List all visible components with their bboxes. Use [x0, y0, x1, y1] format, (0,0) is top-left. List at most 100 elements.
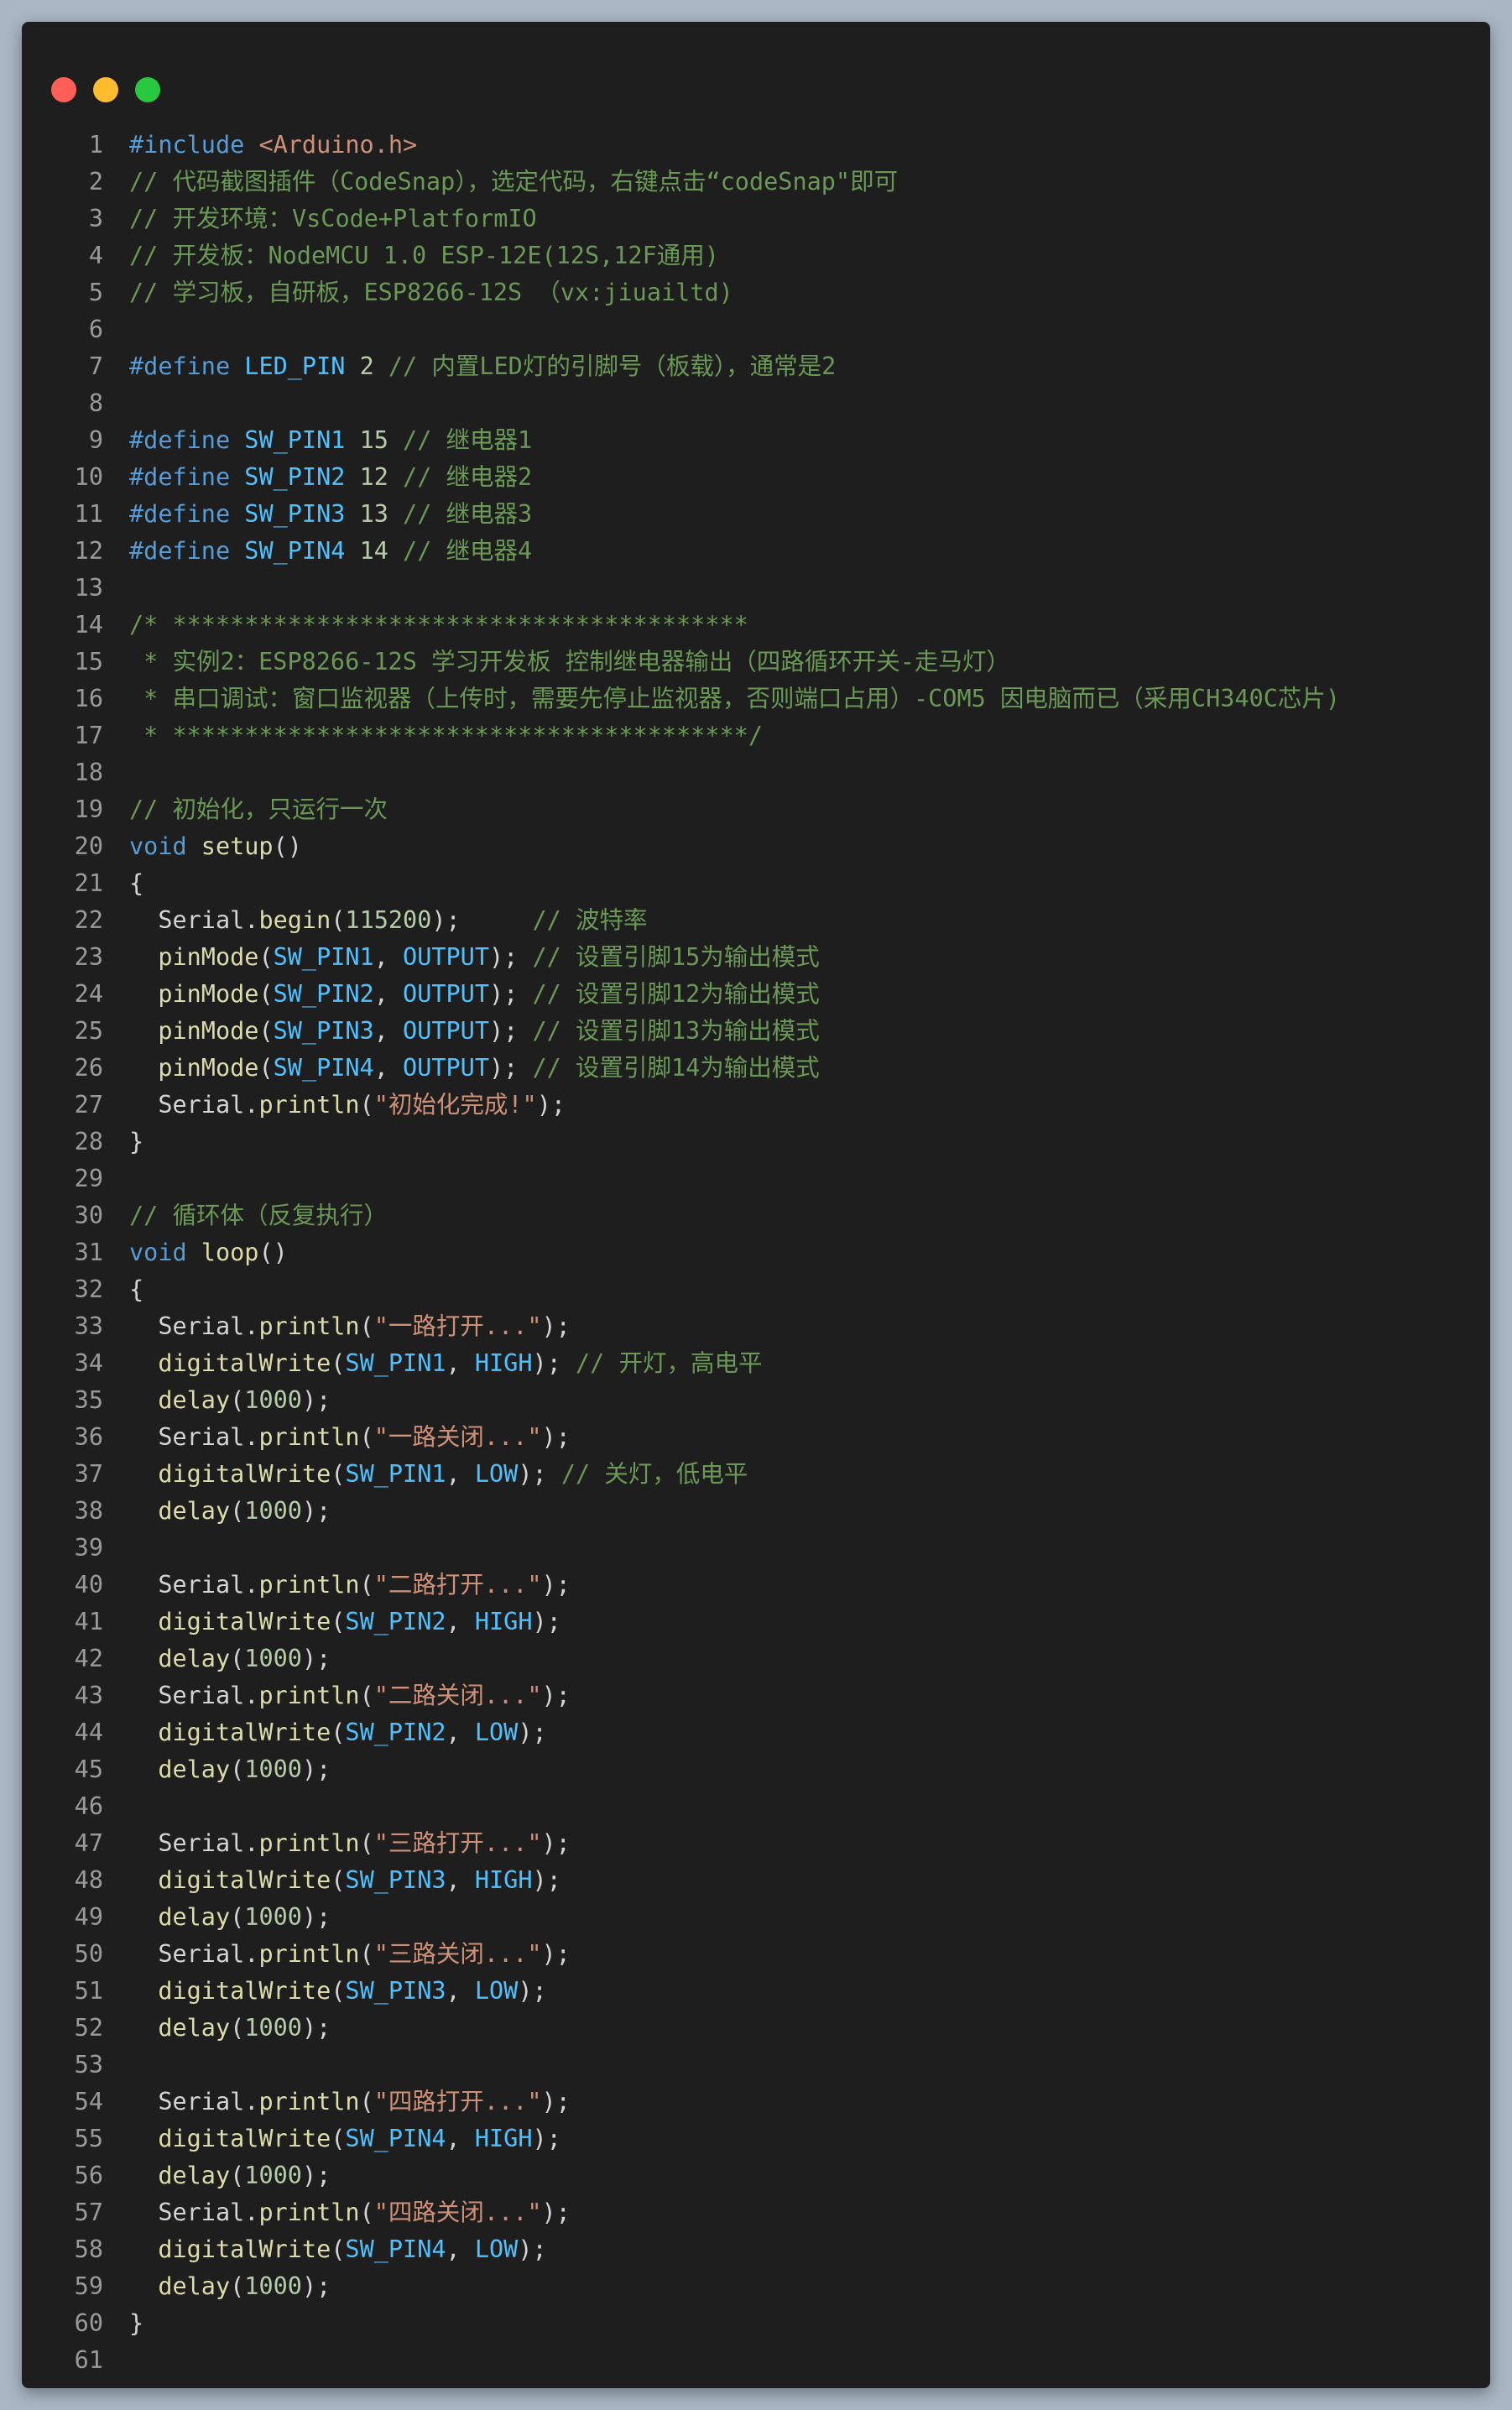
code-token: );	[541, 1940, 571, 1968]
code-token: );	[489, 1054, 533, 1082]
code-token: delay	[158, 1386, 231, 1414]
line-code: Serial.println("四路关闭...");	[129, 2194, 571, 2231]
code-token: SW_PIN3	[273, 1017, 374, 1045]
line-number: 48	[74, 1866, 103, 1894]
line-number: 12	[74, 537, 103, 565]
code-token: "一路关闭..."	[373, 1423, 542, 1451]
code-token: digitalWrite	[158, 1460, 331, 1488]
line-number: 30	[74, 1202, 103, 1229]
code-token: ,	[446, 1349, 475, 1377]
line-code: digitalWrite(SW_PIN3, HIGH);	[129, 1862, 561, 1899]
line-number: 16	[74, 685, 103, 712]
code-token: ,	[373, 1054, 404, 1082]
code-token: Serial.	[129, 1829, 259, 1857]
code-token: Serial.	[129, 2199, 259, 2226]
line-code: #define SW_PIN1 15 // 继电器1	[129, 422, 532, 459]
code-token: * 串口调试：窗口监视器（上传时，需要先停止监视器，否则端口占用）-COM5 因…	[129, 685, 1341, 712]
code-token: delay	[158, 2272, 231, 2300]
code-token: LOW	[474, 1460, 519, 1488]
line-code: /* *************************************…	[129, 607, 748, 644]
code-line: 19 // 初始化，只运行一次	[22, 791, 1490, 828]
code-line: 33 Serial.println("一路打开...");	[22, 1308, 1490, 1345]
code-token: HIGH	[474, 1866, 533, 1894]
code-line: 24 pinMode(SW_PIN2, OUTPUT); // 设置引脚12为输…	[22, 976, 1490, 1013]
line-code: #include <Arduino.h>	[129, 127, 417, 164]
line-code: // 学习板，自研板，ESP8266-12S （vx:jiuailtd)	[129, 274, 733, 311]
line-number: 29	[74, 1165, 103, 1192]
code-token: // 学习板，自研板，ESP8266-12S （vx:jiuailtd)	[129, 279, 733, 306]
code-token: #define	[129, 537, 245, 565]
code-line: 61	[22, 2342, 1490, 2379]
line-code: digitalWrite(SW_PIN1, HIGH); // 开灯，高电平	[129, 1345, 762, 1382]
code-token: (	[331, 1977, 346, 2005]
code-token: );	[532, 2125, 561, 2152]
code-token: ,	[446, 2125, 475, 2152]
line-number: 32	[74, 1275, 103, 1303]
close-window-icon[interactable]	[51, 77, 76, 102]
code-token: "二路关闭..."	[373, 1682, 542, 1709]
code-token: digitalWrite	[158, 1349, 331, 1377]
code-line: 48 digitalWrite(SW_PIN3, HIGH);	[22, 1862, 1490, 1899]
code-line: 28}	[22, 1124, 1490, 1161]
code-token: println	[258, 2199, 360, 2226]
code-token: 1000	[244, 2014, 302, 2042]
code-token: );	[518, 1719, 547, 1746]
code-line: 4 // 开发板：NodeMCU 1.0 ESP-12E(12S,12F通用)	[22, 237, 1490, 274]
code-line: 55 digitalWrite(SW_PIN4, HIGH);	[22, 2120, 1490, 2157]
code-token: 1000	[244, 1755, 302, 1783]
code-token: SW_PIN2	[345, 1719, 446, 1746]
code-token: LED_PIN	[244, 352, 360, 380]
code-token: LOW	[474, 1719, 519, 1746]
line-number: 46	[74, 1792, 103, 1820]
line-code: digitalWrite(SW_PIN2, HIGH);	[129, 1604, 560, 1641]
line-number: 49	[74, 1903, 103, 1931]
code-line: 57 Serial.println("四路关闭...");	[22, 2194, 1490, 2231]
code-token: (	[230, 1903, 245, 1931]
code-line: 45 delay(1000);	[22, 1751, 1490, 1788]
line-code: delay(1000);	[129, 1751, 331, 1788]
line-number: 17	[74, 722, 103, 749]
code-token: Serial.	[129, 1571, 259, 1599]
code-token: Serial.	[129, 1423, 259, 1451]
code-token: {	[129, 869, 144, 897]
code-token: <Arduino.h>	[258, 131, 418, 159]
line-number: 54	[74, 2088, 103, 2115]
line-number: 52	[74, 2014, 103, 2042]
code-line: 30 // 循环体（反复执行）	[22, 1197, 1490, 1234]
line-code: {	[129, 1271, 143, 1308]
code-line: 35 delay(1000);	[22, 1382, 1490, 1419]
code-line: 6	[22, 311, 1490, 348]
code-token: "四路关闭..."	[373, 2199, 542, 2226]
code-token: );	[518, 1460, 561, 1488]
line-number: 14	[74, 611, 103, 639]
code-token: // 关灯，低电平	[560, 1460, 748, 1488]
code-token: Serial.	[129, 1940, 259, 1968]
minimize-window-icon[interactable]	[93, 77, 118, 102]
line-number: 4	[88, 242, 103, 269]
code-line: 41 digitalWrite(SW_PIN2, HIGH);	[22, 1604, 1490, 1641]
code-line: 51 digitalWrite(SW_PIN3, LOW);	[22, 1973, 1490, 2010]
code-token: );	[532, 1866, 561, 1894]
maximize-window-icon[interactable]	[135, 77, 160, 102]
code-token: }	[129, 1128, 144, 1155]
code-token: #define	[129, 426, 245, 454]
line-number: 34	[74, 1349, 103, 1377]
code-token: Serial.	[129, 1312, 259, 1340]
code-token: 1000	[244, 1903, 302, 1931]
code-token: println	[258, 1571, 360, 1599]
line-code: void setup()	[129, 828, 302, 865]
code-token: // 继电器4	[403, 537, 533, 565]
code-line: 14 /* ***********************************…	[22, 607, 1490, 644]
line-code: Serial.println("一路关闭...");	[129, 1419, 571, 1456]
code-token: println	[258, 1829, 360, 1857]
code-token: (	[331, 1866, 346, 1894]
line-number: 24	[74, 980, 103, 1008]
code-token: println	[258, 1312, 360, 1340]
code-token: "一路打开..."	[373, 1312, 542, 1340]
code-token: SW_PIN4	[345, 2125, 446, 2152]
line-code: delay(1000);	[129, 2010, 331, 2047]
